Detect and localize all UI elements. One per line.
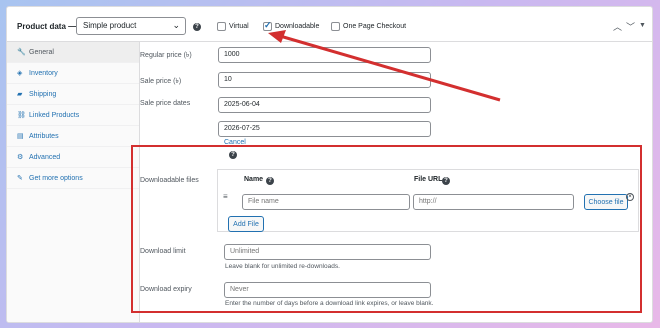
arrow-head — [268, 30, 286, 43]
arrow-line — [279, 34, 501, 102]
annotation-arrow — [268, 30, 501, 102]
